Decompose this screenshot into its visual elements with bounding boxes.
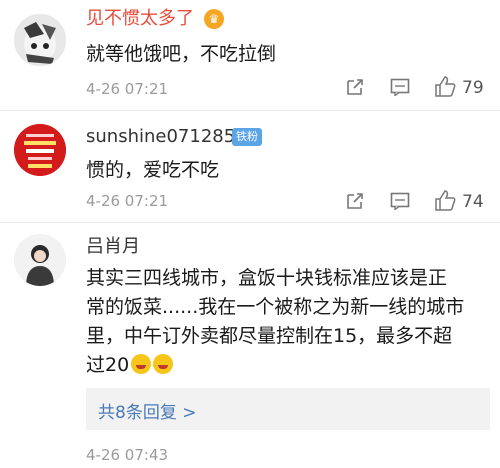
- comment-text-line: 里，中午订外卖都尽量控制在15，最多不超: [86, 325, 453, 347]
- comment-icon[interactable]: [390, 78, 410, 100]
- timestamp: 4-26 07:43: [86, 446, 169, 464]
- fan-badge: 铁粉: [232, 128, 262, 146]
- laugh-cry-emoji-icon: [131, 354, 152, 374]
- separator: [0, 110, 500, 111]
- like-count: 79: [462, 78, 484, 98]
- vip-badge-icon: ♛: [204, 9, 224, 29]
- comment-text: 就等他饿吧，不吃拉倒: [86, 43, 277, 65]
- username[interactable]: 见不惯太多了: [86, 8, 194, 30]
- comment-icon[interactable]: [390, 192, 410, 214]
- timestamp: 4-26 07:21: [86, 192, 169, 210]
- avatar[interactable]: [14, 14, 66, 66]
- avatar[interactable]: [14, 124, 66, 176]
- avatar[interactable]: [14, 234, 66, 286]
- username[interactable]: sunshine071285: [86, 126, 235, 148]
- comment-text-line-last: 过20: [86, 351, 464, 380]
- like-icon[interactable]: [434, 190, 456, 215]
- username[interactable]: 吕肖月: [86, 236, 140, 258]
- like-count: 74: [462, 192, 484, 212]
- comment-item: 吕肖月 其实三四线城市，盒饭十块钱标准应该是正 常的饭菜......我在一个被称…: [0, 224, 500, 468]
- comment-text: 惯的，爱吃不吃: [86, 159, 220, 181]
- comment-text: 其实三四线城市，盒饭十块钱标准应该是正 常的饭菜......我在一个被称之为新一…: [86, 264, 464, 380]
- share-icon[interactable]: [346, 192, 364, 214]
- like-icon[interactable]: [434, 76, 456, 101]
- laugh-cry-emoji-icon: [153, 354, 174, 374]
- timestamp: 4-26 07:21: [86, 80, 169, 98]
- separator: [0, 222, 500, 223]
- comment-text-line: 其实三四线城市，盒饭十块钱标准应该是正: [86, 267, 448, 289]
- share-icon[interactable]: [346, 78, 364, 100]
- view-replies-button[interactable]: 共8条回复 >: [86, 388, 490, 430]
- comment-item: 见不惯太多了 ♛ 就等他饿吧，不吃拉倒 4-26 07:21 79: [0, 0, 500, 112]
- comment-text-line: 常的饭菜......我在一个被称之为新一线的城市: [86, 296, 465, 318]
- replies-label: 共8条回复 >: [98, 403, 197, 423]
- comment-item: sunshine071285 铁粉 惯的，爱吃不吃 4-26 07:21 74: [0, 112, 500, 222]
